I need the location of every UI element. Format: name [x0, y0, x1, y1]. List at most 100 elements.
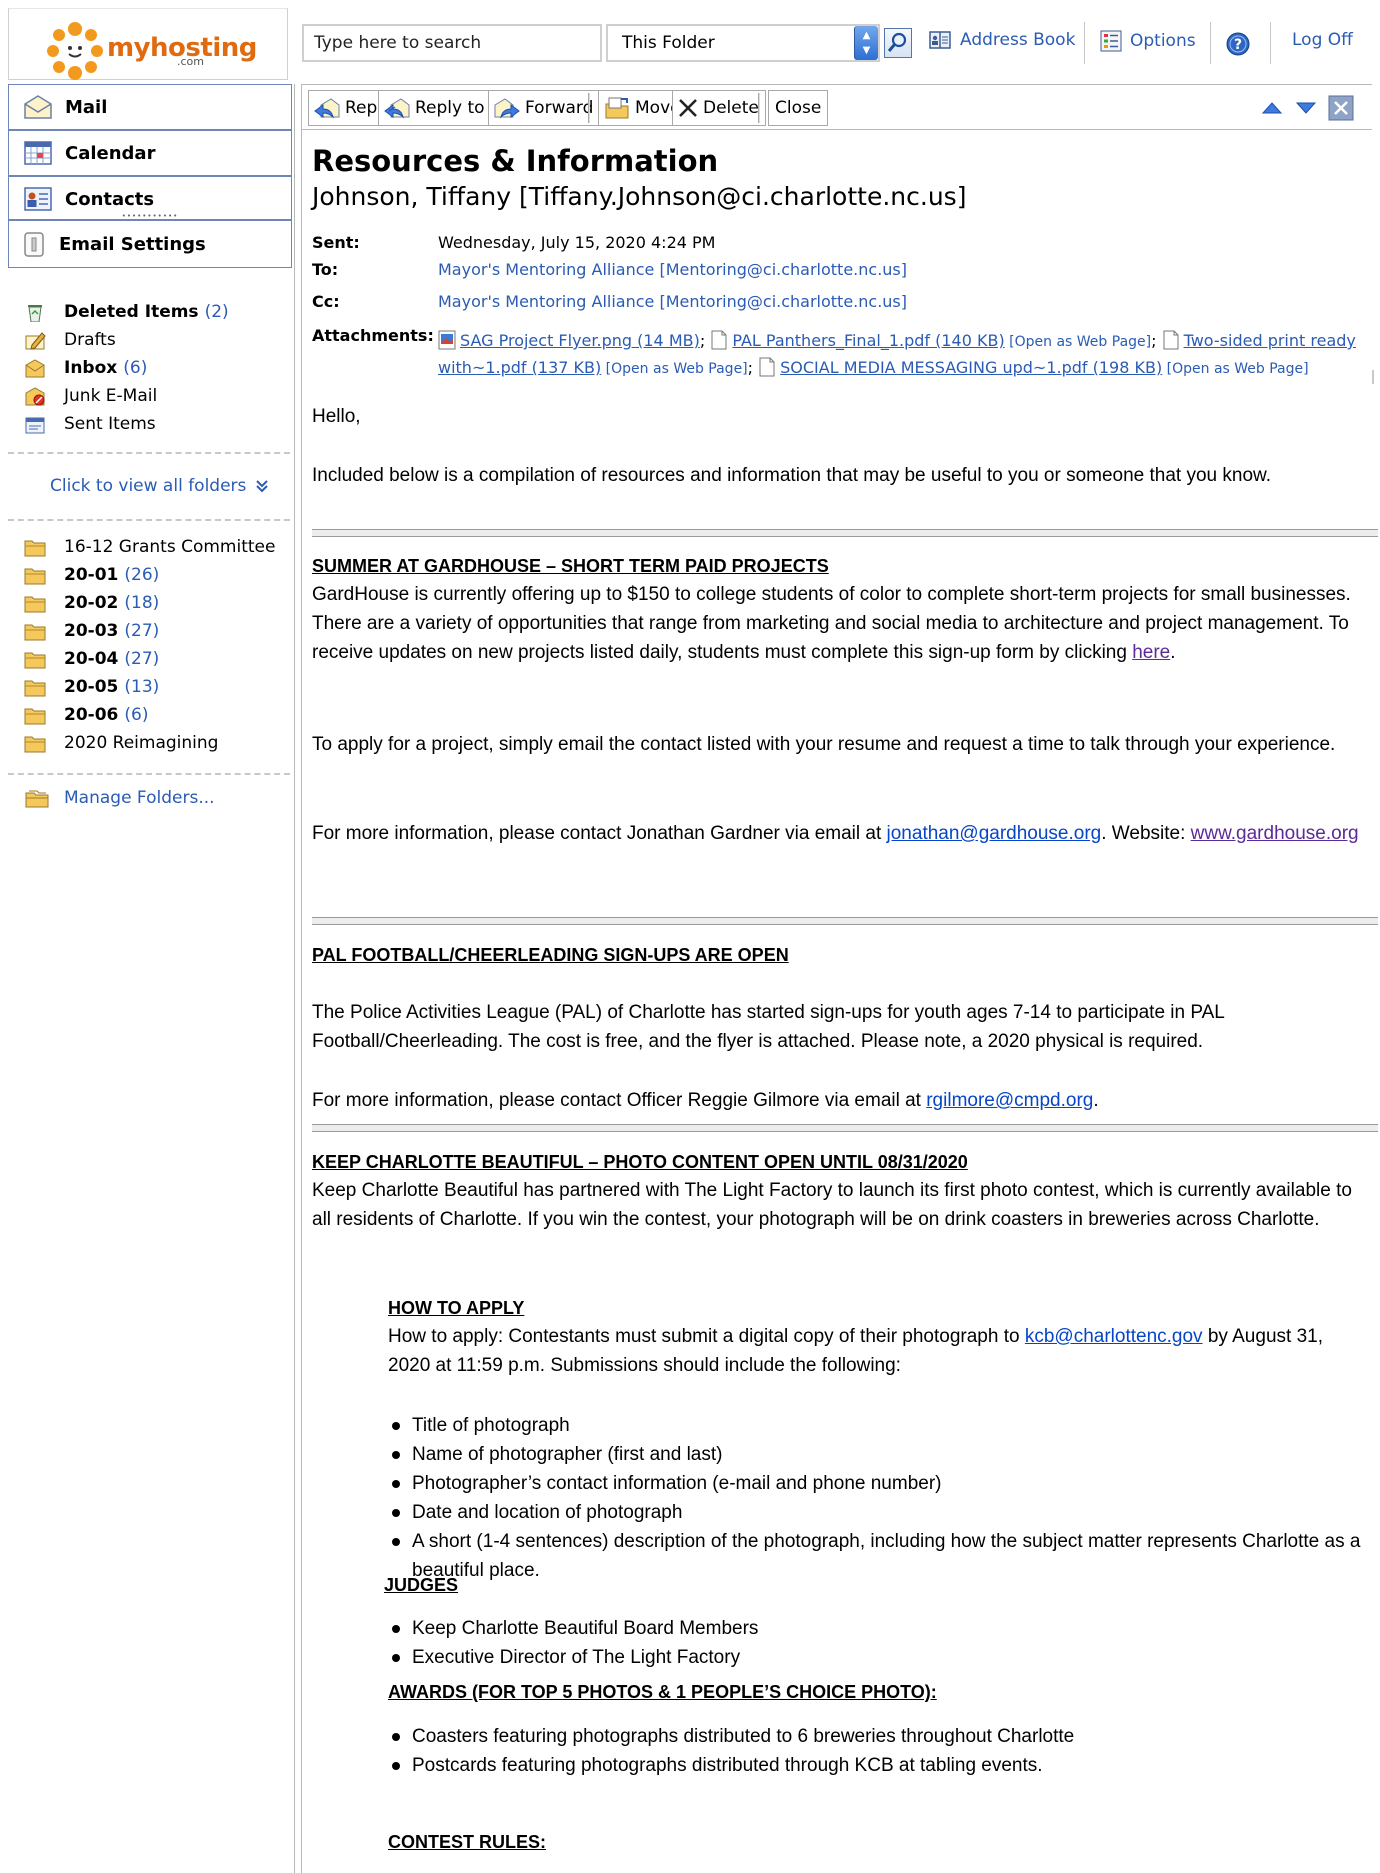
folder-item-0[interactable]: Deleted Items (2) [24, 298, 284, 326]
open-as-web-page-link[interactable]: [Open as Web Page] [1005, 334, 1151, 350]
top-separator [1270, 22, 1271, 64]
move-icon [605, 97, 629, 119]
pal-paragraph-1: The Police Activities League (PAL) of Ch… [312, 1002, 1225, 1052]
view-all-folders-link[interactable]: Click to view all folders [50, 476, 270, 496]
folder-name: 20-03 [64, 621, 119, 641]
message-toolbar: Reply Reply to All Forward Move Delete C… [302, 84, 1372, 130]
close-button[interactable]: Close [768, 90, 829, 126]
to-recipient[interactable]: Mayor's Mentoring Alliance [Mentoring@ci… [438, 260, 907, 279]
folder-name: 20-04 [64, 649, 119, 669]
forward-button[interactable]: Forward [488, 90, 601, 126]
folder-item-2[interactable]: Inbox (6) [24, 354, 284, 382]
folder-item-4[interactable]: Sent Items [24, 410, 284, 438]
period: . [1093, 1090, 1099, 1111]
junk-mail-icon [25, 387, 45, 406]
folder-icon [24, 652, 46, 669]
subfolder-item-3[interactable]: 20-03 (27) [24, 617, 288, 645]
nav-email-settings[interactable]: Email Settings [9, 221, 291, 267]
help-button[interactable]: ? [1226, 32, 1250, 56]
nav-resize-grip[interactable]: ••••••••••• [9, 213, 291, 221]
folder-unread-count: (27) [124, 649, 160, 669]
to-label: To: [312, 260, 339, 279]
attachments-label: Attachments: [312, 326, 434, 345]
award-item: Postcards featuring photographs distribu… [388, 1751, 1368, 1780]
address-book-label: Address Book [960, 30, 1076, 50]
previous-message-arrow-icon[interactable] [1260, 97, 1284, 119]
gardhouse-paragraph-2: To apply for a project, simply email the… [312, 734, 1336, 755]
submission-requirements-list: Title of photograph Name of photographer … [388, 1411, 1368, 1585]
subfolder-item-7[interactable]: 2020 Reimagining [24, 729, 288, 757]
next-message-arrow-icon[interactable] [1294, 97, 1318, 119]
folder-name: Junk E-Mail [64, 386, 158, 406]
nav-mail[interactable]: Mail [9, 85, 291, 131]
custom-folder-list: 16-12 Grants Committee 20-01 (26) 20-02 (18)… [24, 533, 288, 757]
manage-folders-icon [25, 790, 49, 808]
period: . [1170, 642, 1176, 663]
how-to-apply-text: How to apply: Contestants must submit a … [388, 1326, 1025, 1347]
judge-item: Executive Director of The Light Factory [388, 1643, 1368, 1672]
attachment-link[interactable]: SAG Project Flyer.png (14 MB) [460, 331, 700, 350]
document-file-icon [1163, 330, 1179, 350]
sent-value: Wednesday, July 15, 2020 4:24 PM [438, 233, 716, 252]
message-subject: Resources & Information [312, 144, 719, 178]
manage-folders-link[interactable]: Manage Folders... [24, 787, 215, 809]
subfolder-item-0[interactable]: 16-12 Grants Committee [24, 533, 288, 561]
folder-name: 20-05 [64, 677, 119, 697]
kcb-email-link[interactable]: kcb@charlottenc.gov [1025, 1326, 1203, 1347]
address-book-link[interactable]: Address Book [928, 30, 1075, 50]
gardhouse-signup-link[interactable]: here [1132, 642, 1170, 663]
close-pane-icon[interactable] [1328, 95, 1354, 121]
sent-row: Sent: Wednesday, July 15, 2020 4:24 PM [312, 233, 715, 252]
attachment-link[interactable]: PAL Panthers_Final_1.pdf (140 KB) [732, 331, 1004, 350]
message-header: Resources & Information Johnson, Tiffany… [302, 130, 1376, 384]
folder-name: 16-12 Grants Committee [64, 537, 276, 557]
subfolder-item-1[interactable]: 20-01 (26) [24, 561, 288, 589]
sent-label: Sent: [312, 233, 360, 252]
folder-name: Deleted Items [64, 302, 199, 322]
gardhouse-website-link[interactable]: www.gardhouse.org [1191, 823, 1359, 844]
mail-folder-list: Deleted Items (2) Drafts Inbox (6) Junk E-Mai… [24, 298, 284, 438]
reply-all-icon [384, 98, 410, 119]
cc-recipient[interactable]: Mayor's Mentoring Alliance [Mentoring@ci… [438, 292, 907, 311]
how-to-apply-title: HOW TO APPLY [388, 1298, 525, 1318]
attachment-separator: ; [747, 358, 759, 377]
open-as-web-page-link[interactable]: [Open as Web Page] [601, 361, 748, 377]
pal-email-link[interactable]: rgilmore@cmpd.org [926, 1090, 1093, 1111]
drafts-icon [25, 332, 46, 350]
document-file-icon [711, 330, 727, 350]
subfolder-item-4[interactable]: 20-04 (27) [24, 645, 288, 673]
nav-calendar[interactable]: Calendar [9, 131, 291, 177]
attachment-link[interactable]: SOCIAL MEDIA MESSAGING upd~1.pdf (198 KB… [780, 358, 1162, 377]
options-link[interactable]: Options [1100, 30, 1196, 52]
myhosting-logo[interactable]: myhosting [45, 21, 257, 81]
requirement-item: Name of photographer (first and last) [388, 1440, 1368, 1469]
cc-row: Cc: Mayor's Mentoring Alliance [Mentorin… [312, 292, 907, 311]
select-arrows-icon[interactable]: ▲ ▼ [854, 26, 878, 60]
search-scope-select[interactable]: This Folder ▲ ▼ [606, 24, 880, 62]
search-input[interactable]: Type here to search [302, 24, 602, 62]
section-title-kcb: KEEP CHARLOTTE BEAUTIFUL – PHOTO CONTENT… [312, 1152, 968, 1172]
folder-separator [8, 452, 290, 454]
delete-button[interactable]: Delete [672, 90, 766, 126]
pal-contact-text: For more information, please contact Off… [312, 1090, 927, 1111]
folder-item-1[interactable]: Drafts [24, 326, 284, 354]
log-off-link[interactable]: Log Off [1292, 30, 1353, 50]
folder-item-3[interactable]: Junk E-Mail [24, 382, 284, 410]
gardhouse-email-link[interactable]: jonathan@gardhouse.org [887, 823, 1102, 844]
subfolder-item-2[interactable]: 20-02 (18) [24, 589, 288, 617]
folder-icon [24, 568, 46, 585]
requirement-item: A short (1-4 sentences) description of t… [388, 1527, 1368, 1585]
magnifier-icon [887, 32, 907, 52]
search-button[interactable] [884, 28, 912, 58]
delete-label: Delete [703, 98, 759, 118]
double-chevron-down-icon [256, 480, 269, 493]
folder-unread-count: (27) [124, 621, 160, 641]
gardhouse-text: GardHouse is currently offering up to $1… [312, 584, 1351, 663]
header-scroll-indicator[interactable] [1372, 370, 1374, 384]
subfolder-item-6[interactable]: 20-06 (6) [24, 701, 288, 729]
pane-splitter[interactable] [294, 84, 302, 1873]
subfolder-item-5[interactable]: 20-05 (13) [24, 673, 288, 701]
open-as-web-page-link[interactable]: [Open as Web Page] [1162, 361, 1309, 377]
message-sender[interactable]: Johnson, Tiffany [Tiffany.Johnson@ci.cha… [312, 182, 966, 211]
mail-icon [24, 95, 52, 119]
